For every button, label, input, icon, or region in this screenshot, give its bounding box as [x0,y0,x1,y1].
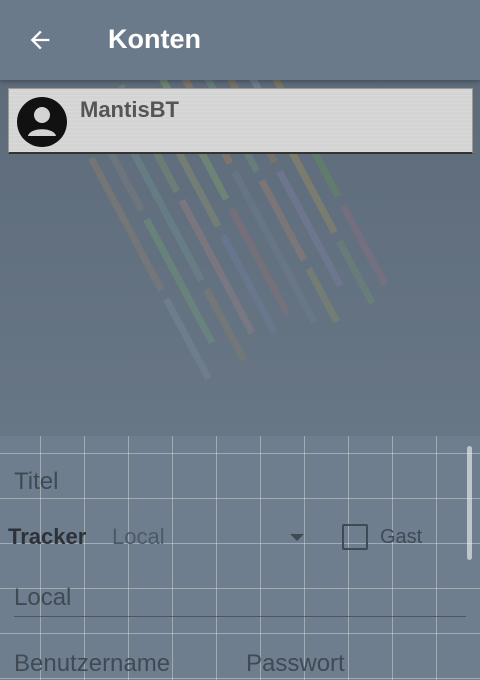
back-button[interactable] [22,20,62,60]
account-form: Titel Tracker Local Gast Local Benutzern… [0,436,480,680]
account-name: MantisBT [80,97,179,122]
url-field[interactable]: Local [14,584,71,612]
arrow-back-icon [30,30,50,50]
tracker-label: Tracker [8,524,87,549]
guest-label: Gast [380,526,423,548]
page-title: Konten [108,24,201,54]
guest-checkbox[interactable] [342,524,368,550]
app-bar: Konten [0,0,480,80]
scrollbar[interactable] [467,446,472,560]
dropdown-arrow-icon [290,534,304,541]
username-field[interactable]: Benutzername [14,650,170,678]
password-field[interactable]: Passwort [246,650,345,678]
account-item[interactable]: MantisBT [8,88,473,154]
account-circle-icon [17,97,67,147]
title-field[interactable]: Titel [14,468,58,496]
url-underline [14,616,466,617]
tracker-select-value: Local [112,524,165,549]
tracker-select[interactable]: Local [112,524,312,554]
